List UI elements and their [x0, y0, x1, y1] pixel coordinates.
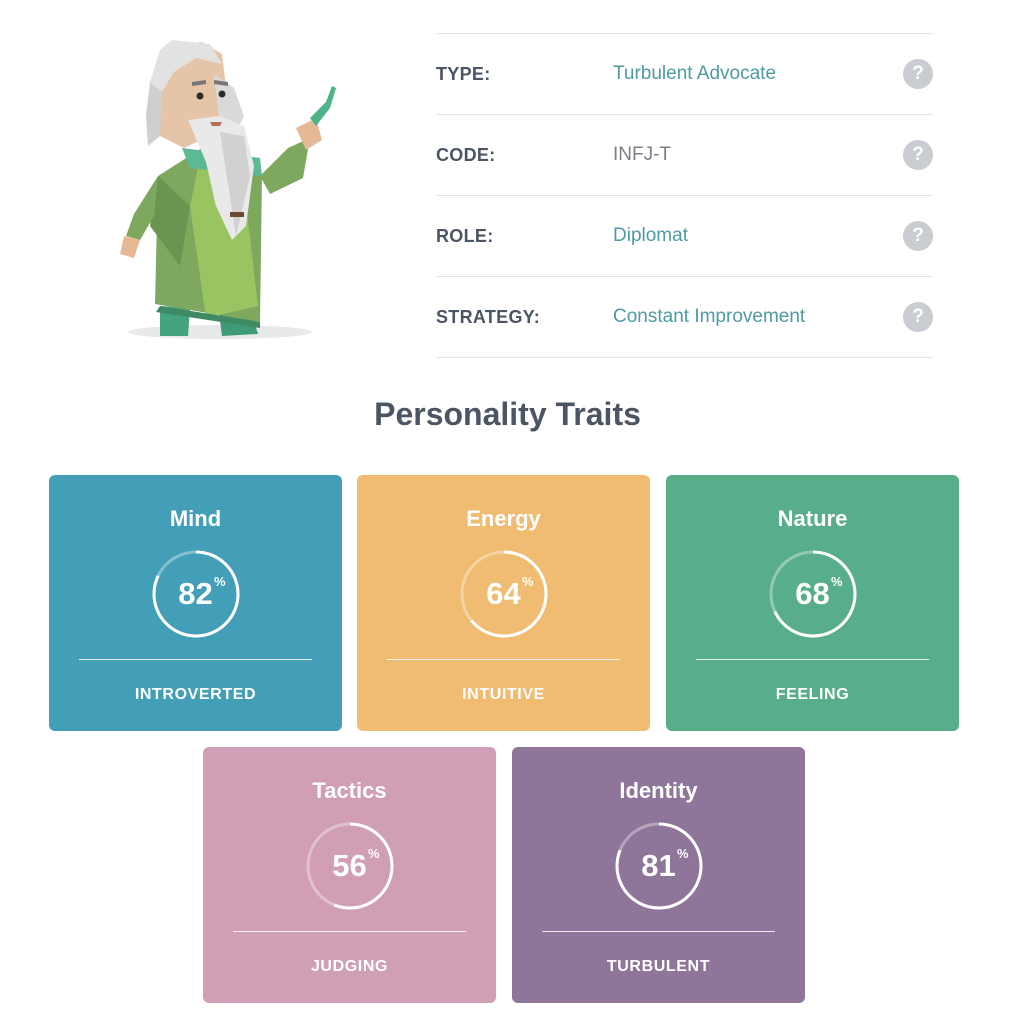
help-icon[interactable]: ? — [903, 140, 933, 170]
info-label: ROLE: — [436, 226, 494, 246]
divider — [542, 931, 775, 932]
trait-percentage: 82 — [178, 576, 213, 611]
trait-percentage: 64 — [486, 576, 521, 611]
divider — [79, 659, 312, 660]
info-label: CODE: — [436, 145, 496, 165]
info-label: STRATEGY: — [436, 307, 541, 327]
trait-side-label: FEELING — [775, 686, 850, 703]
help-icon[interactable]: ? — [903, 59, 933, 89]
advocate-character-illustration — [120, 40, 336, 339]
info-row-code: CODE: INFJ-T ? — [436, 115, 933, 196]
section-title: Personality Traits — [374, 396, 641, 432]
code-value: INFJ-T — [613, 144, 672, 165]
trait-name: Energy — [466, 506, 541, 531]
divider — [233, 931, 466, 932]
percent-symbol: % — [368, 846, 380, 861]
trait-side-label: INTROVERTED — [134, 686, 257, 703]
info-row-type: TYPE: Turbulent Advocate ? — [436, 34, 933, 115]
role-value[interactable]: Diplomat — [613, 225, 688, 247]
trait-card-identity[interactable]: Identity 81 % TURBULENT — [512, 747, 805, 1003]
divider — [387, 659, 620, 660]
trait-percentage: 56 — [332, 848, 367, 883]
trait-card-mind[interactable]: Mind 82 % INTROVERTED — [49, 475, 342, 731]
trait-name: Identity — [619, 778, 698, 803]
type-value[interactable]: Turbulent Advocate — [613, 63, 776, 85]
percent-symbol: % — [522, 574, 534, 589]
strategy-value[interactable]: Constant Improvement — [613, 306, 805, 328]
trait-side-label: TURBULENT — [606, 958, 711, 975]
percent-symbol: % — [677, 846, 689, 861]
info-row-role: ROLE: Diplomat ? — [436, 196, 933, 277]
trait-name: Tactics — [312, 778, 387, 803]
percent-symbol: % — [214, 574, 226, 589]
trait-name: Mind — [169, 506, 222, 531]
divider — [696, 659, 929, 660]
trait-side-label: JUDGING — [310, 958, 389, 975]
trait-name: Nature — [777, 506, 848, 531]
trait-card-tactics[interactable]: Tactics 56 % JUDGING — [203, 747, 496, 1003]
info-label: TYPE: — [436, 64, 491, 84]
personality-info-table: TYPE: Turbulent Advocate ? CODE: INFJ-T … — [436, 33, 933, 358]
trait-card-nature[interactable]: Nature 68 % FEELING — [666, 475, 959, 731]
trait-percentage: 81 — [641, 848, 676, 883]
info-row-strategy: STRATEGY: Constant Improvement ? — [436, 277, 933, 358]
trait-percentage: 68 — [795, 576, 830, 611]
trait-card-energy[interactable]: Energy 64 % INTUITIVE — [357, 475, 650, 731]
help-icon[interactable]: ? — [903, 221, 933, 251]
trait-side-label: INTUITIVE — [462, 686, 545, 703]
help-icon[interactable]: ? — [903, 302, 933, 332]
percent-symbol: % — [831, 574, 843, 589]
